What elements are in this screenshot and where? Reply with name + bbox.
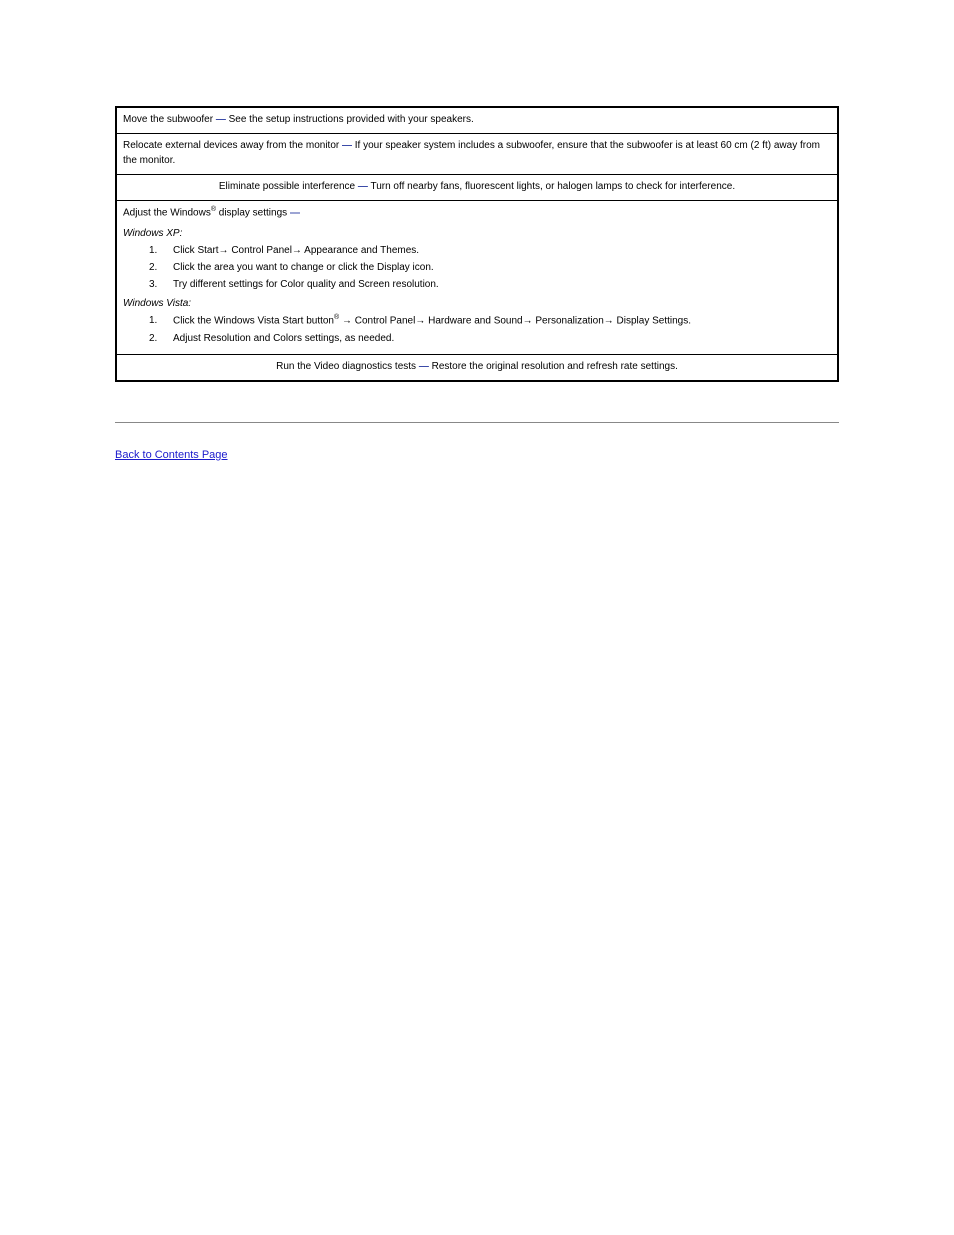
cell-body: Restore the original resolution and refr…: [429, 361, 678, 372]
intro-line: Adjust the Windows® display settings —: [123, 205, 831, 220]
step-text-post: Adjust Resolution and Colors settings, a…: [173, 333, 394, 344]
step-text: Click the area you want to change or cli…: [173, 260, 831, 275]
cell-diagnostics: Run the Video diagnostics tests — Restor…: [116, 354, 838, 381]
cell-body: Turn off nearby fans, fluorescent lights…: [368, 181, 735, 192]
step-text-pre: Click the Windows Vista Start button: [173, 316, 334, 327]
dash-icon: —: [216, 114, 226, 125]
list-item: 2. Adjust Resolution and Colors settings…: [149, 331, 831, 346]
step-number: 1.: [149, 313, 173, 328]
list-item: 2.Click the area you want to change or c…: [149, 260, 831, 275]
dash-icon: —: [290, 207, 300, 218]
registered-icon: ®: [334, 314, 339, 321]
divider: [115, 422, 839, 423]
cell-prefix-head: Adjust the Windows: [123, 207, 211, 218]
table-row: Eliminate possible interference — Turn o…: [116, 175, 838, 201]
step-text: Adjust Resolution and Colors settings, a…: [173, 331, 831, 346]
cell-prefix: Run the Video diagnostics tests: [276, 361, 419, 372]
step-number: 2.: [149, 260, 173, 275]
cell-interference: Eliminate possible interference — Turn o…: [116, 175, 838, 201]
os-heading-vista: Windows Vista:: [123, 296, 831, 311]
document-page: Move the subwoofer — See the setup instr…: [0, 0, 954, 461]
table-row: Run the Video diagnostics tests — Restor…: [116, 354, 838, 381]
step-text-post: → Control Panel→ Hardware and Sound→ Per…: [339, 316, 691, 327]
cell-display-settings: Adjust the Windows® display settings — W…: [116, 201, 838, 355]
list-item: 1.Click Start→ Control Panel→ Appearance…: [149, 243, 831, 258]
step-number: 3.: [149, 277, 173, 292]
dash-icon: —: [342, 140, 352, 151]
cell-subwoofer: Move the subwoofer — See the setup instr…: [116, 107, 838, 134]
list-item: 1. Click the Windows Vista Start button®…: [149, 313, 831, 328]
os-heading-xp: Windows XP:: [123, 226, 831, 241]
back-to-contents-link[interactable]: Back to Contents Page: [115, 449, 228, 461]
cell-relocate: Relocate external devices away from the …: [116, 134, 838, 175]
dash-icon: —: [358, 181, 368, 192]
list-item: 3.Try different settings for Color quali…: [149, 277, 831, 292]
table-row: Move the subwoofer — See the setup instr…: [116, 107, 838, 134]
cell-body: See the setup instructions provided with…: [226, 114, 474, 125]
table-row: Adjust the Windows® display settings — W…: [116, 201, 838, 355]
step-text: Try different settings for Color quality…: [173, 277, 831, 292]
registered-icon: ®: [211, 206, 216, 213]
cell-prefix-tail: display settings: [216, 207, 290, 218]
step-number: 1.: [149, 243, 173, 258]
step-number: 2.: [149, 331, 173, 346]
step-text: Click Start→ Control Panel→ Appearance a…: [173, 243, 831, 258]
cell-prefix: Relocate external devices away from the …: [123, 140, 342, 151]
cell-prefix: Move the subwoofer: [123, 114, 216, 125]
cell-prefix: Eliminate possible interference: [219, 181, 358, 192]
xp-steps: 1.Click Start→ Control Panel→ Appearance…: [123, 243, 831, 292]
troubleshooting-table: Move the subwoofer — See the setup instr…: [115, 106, 839, 382]
dash-icon: —: [419, 361, 429, 372]
vista-steps: 1. Click the Windows Vista Start button®…: [123, 313, 831, 345]
table-row: Relocate external devices away from the …: [116, 134, 838, 175]
step-text: Click the Windows Vista Start button® → …: [173, 313, 831, 328]
